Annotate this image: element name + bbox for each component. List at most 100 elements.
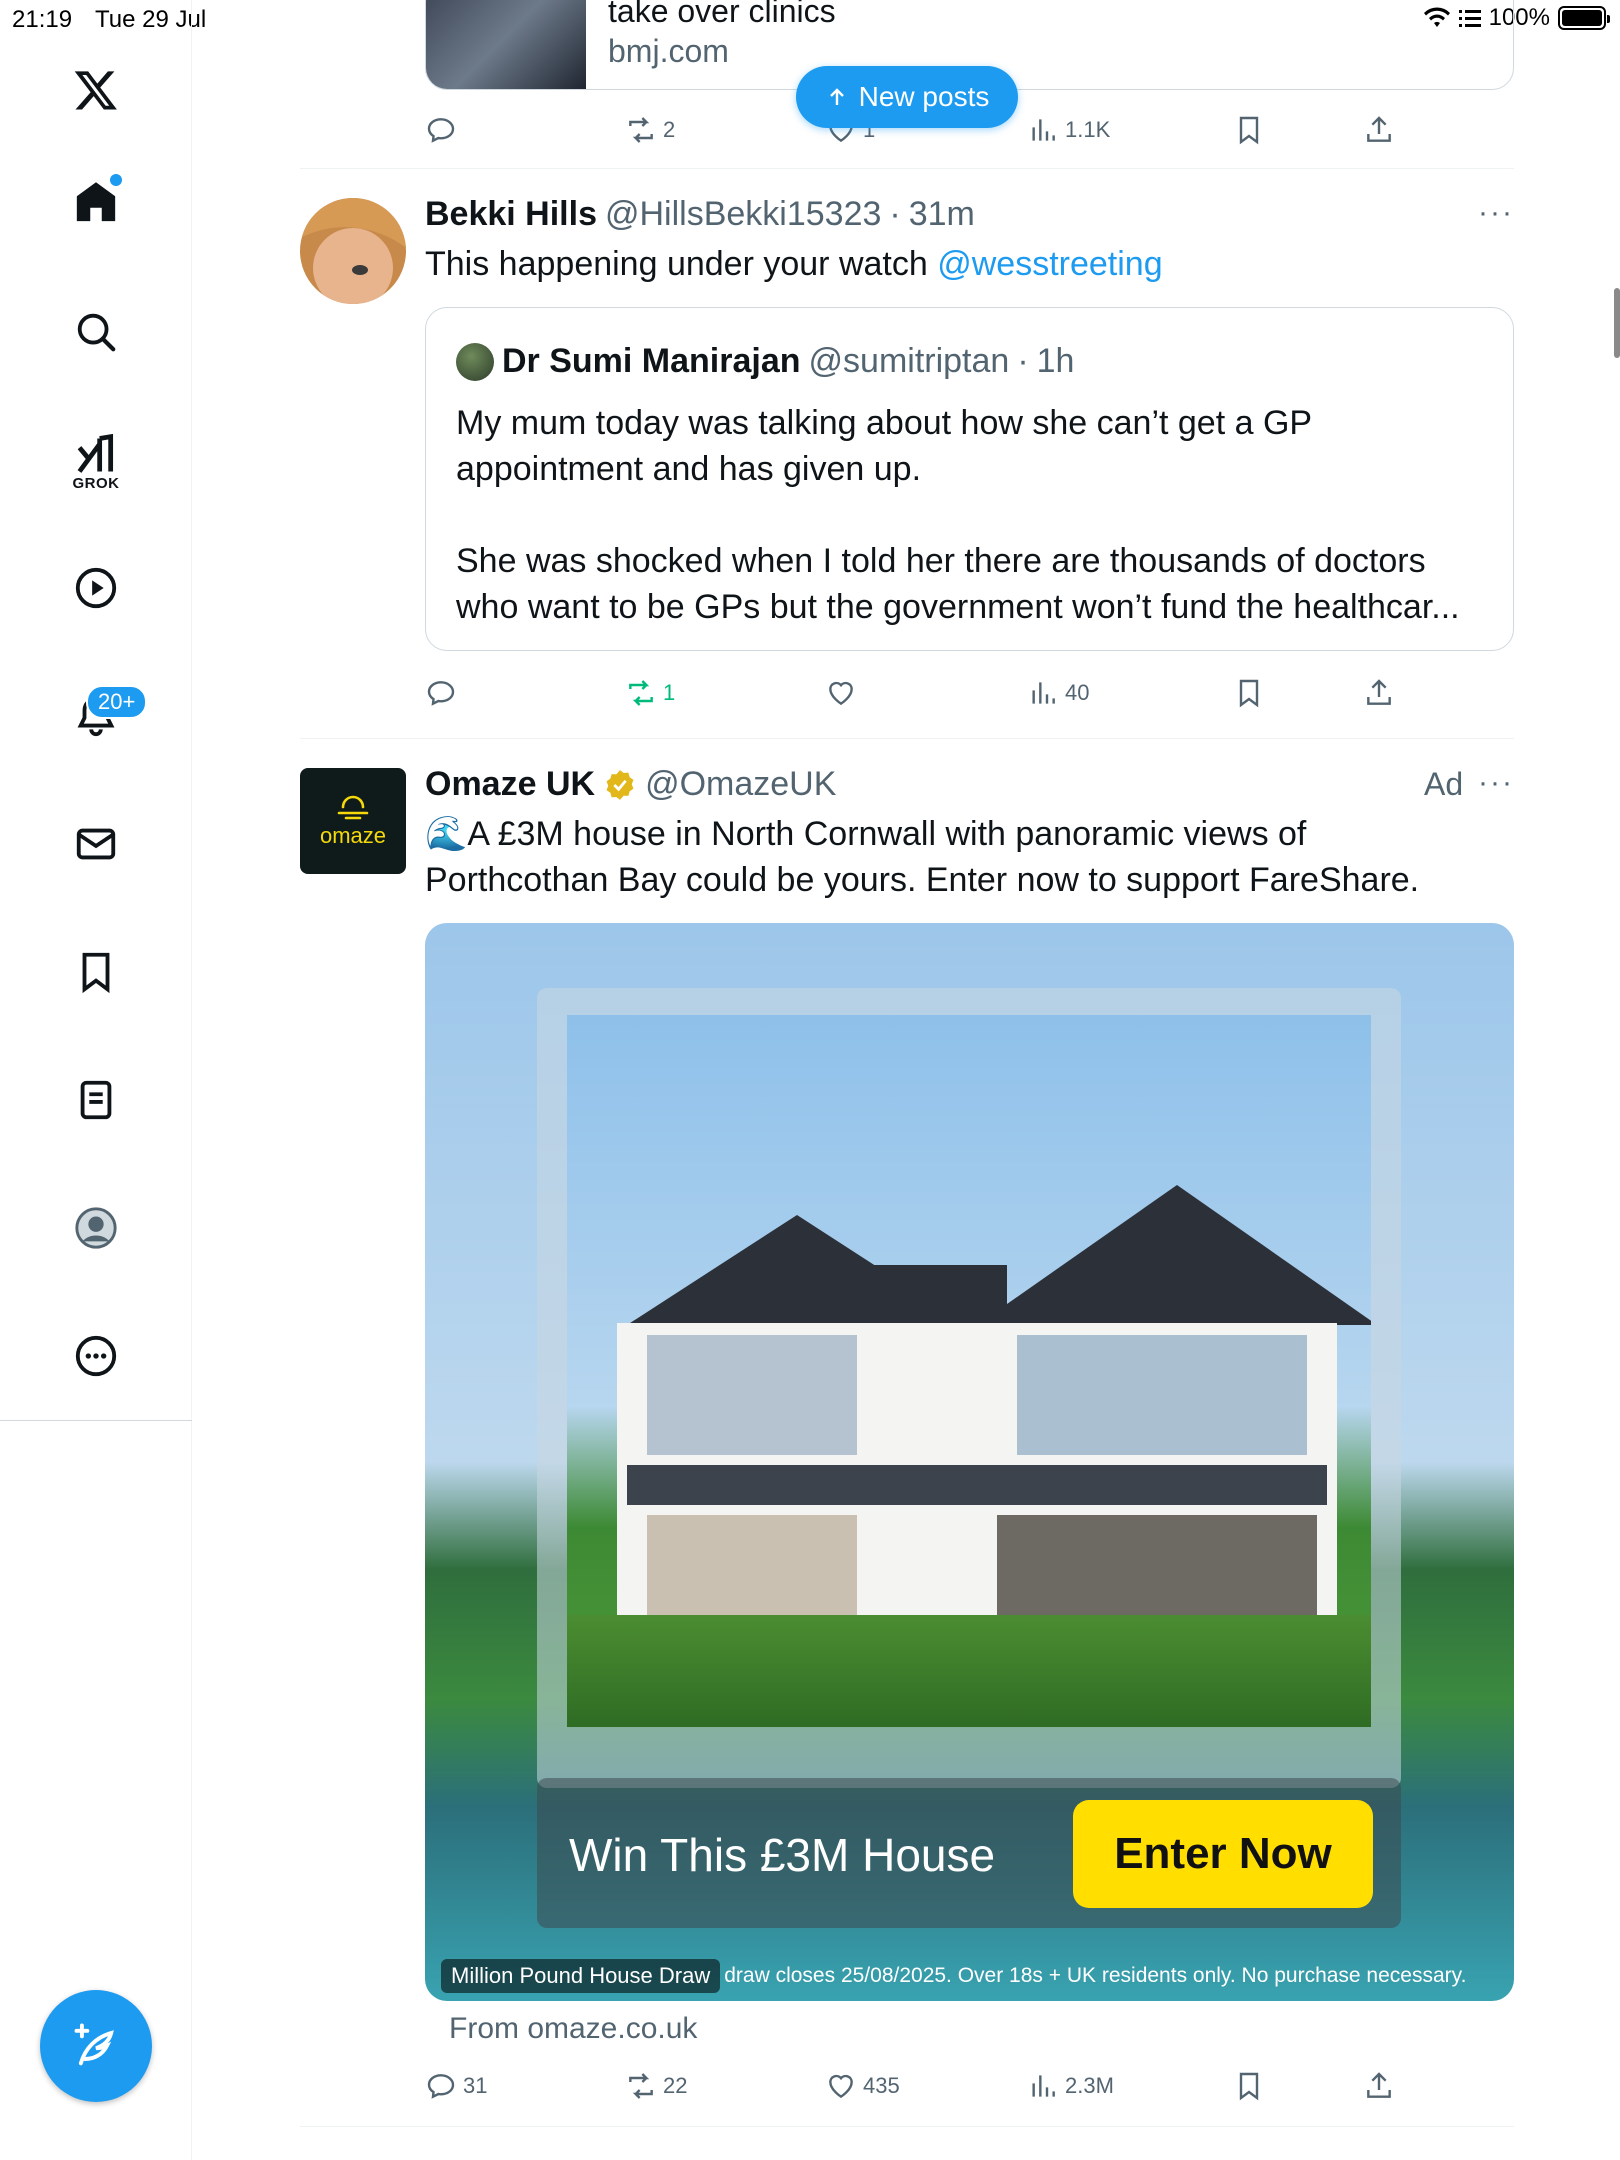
repost-button[interactable]: 2 <box>625 110 675 150</box>
post-text: 🌊A £3M house in North Cornwall with pano… <box>425 811 1514 903</box>
quote-author-handle: @sumitriptan <box>808 342 1010 380</box>
repost-count: 1 <box>663 680 676 705</box>
reply-icon <box>427 2074 455 2099</box>
repost-icon <box>629 117 653 143</box>
views-button[interactable]: 40 <box>1027 673 1089 713</box>
avatar[interactable]: omaze <box>300 768 406 874</box>
x-logo-icon[interactable] <box>66 60 126 120</box>
video-play-icon[interactable] <box>66 558 126 618</box>
post-line: 🌊A £3M house in North Cornwall with pano… <box>425 815 1307 853</box>
quote-header: Dr Sumi Manirajan @sumitriptan · 1h <box>456 342 1074 381</box>
post-text: This happening under your watch @wesstre… <box>425 241 1514 287</box>
ad-media-image[interactable]: Win This £3M House Enter Now Million Pou… <box>425 923 1514 2001</box>
repost-count: 22 <box>663 2073 688 2098</box>
repost-count: 2 <box>663 117 676 142</box>
reply-count: 31 <box>463 2073 488 2098</box>
author-name[interactable]: Omaze UK <box>425 765 595 804</box>
share-button[interactable] <box>1363 2066 1395 2106</box>
quoted-post[interactable]: Dr Sumi Manirajan @sumitriptan · 1h My m… <box>425 307 1514 651</box>
sidebar-divider <box>0 1420 192 1421</box>
avatar[interactable] <box>300 198 406 304</box>
quote-paragraph: My mum today was talking about how she c… <box>456 404 1312 488</box>
ad-label: Ad <box>1424 766 1464 802</box>
post-actions-1: 1 40 <box>425 673 1425 713</box>
more-menu-icon[interactable]: ··· <box>1478 196 1514 230</box>
ad-banner: Win This £3M House Enter Now <box>537 1778 1401 1928</box>
post-divider <box>300 738 1514 739</box>
new-posts-button[interactable]: New posts <box>796 66 1018 128</box>
post-divider <box>300 168 1514 169</box>
post-body: This happening under your watch <box>425 245 938 283</box>
share-icon <box>1367 679 1391 705</box>
link-thumbnail <box>426 0 586 89</box>
reply-button[interactable] <box>425 110 457 150</box>
ad-disclaimer: Million Pound House Draw draw closes 25/… <box>425 1959 1514 1993</box>
post-header: Omaze UK @OmazeUK <box>425 765 836 804</box>
repost-button[interactable]: 22 <box>625 2066 687 2106</box>
search-icon[interactable] <box>66 302 126 362</box>
author-handle[interactable]: @HillsBekki15323 <box>605 195 881 234</box>
ad-headline: Win This £3M House <box>569 1829 996 1881</box>
link-domain: bmj.com <box>608 33 729 69</box>
like-count: 435 <box>863 2073 900 2098</box>
views-count: 40 <box>1065 680 1090 705</box>
share-button[interactable] <box>1363 110 1395 150</box>
avatar-logo-text: omaze <box>319 823 387 848</box>
post-actions-2: 31 22 435 2.3M <box>425 2066 1425 2106</box>
author-name[interactable]: Bekki Hills <box>425 195 597 234</box>
bookmark-icon <box>1239 2072 1259 2101</box>
ad-source-link[interactable]: From omaze.co.uk <box>449 2012 697 2046</box>
views-chart-icon <box>1032 682 1055 704</box>
reply-button[interactable] <box>425 673 457 713</box>
compose-feather-icon <box>74 2023 114 2066</box>
repost-button[interactable]: 1 <box>625 673 675 713</box>
bookmark-button[interactable] <box>1233 110 1265 150</box>
share-icon <box>1367 116 1391 142</box>
views-button[interactable]: 2.3M <box>1027 2066 1114 2106</box>
disclaimer-text: draw closes 25/08/2025. Over 18s + UK re… <box>724 1964 1467 1987</box>
share-button[interactable] <box>1363 673 1395 713</box>
sidebar: GROK 20+ <box>0 0 192 2160</box>
image-badge: Million Pound House Draw <box>441 1959 721 1993</box>
messages-mail-icon[interactable] <box>66 814 126 874</box>
profile-avatar-icon[interactable] <box>66 1198 126 1258</box>
home-unread-dot <box>110 174 122 186</box>
repost-icon <box>629 2073 653 2099</box>
views-chart-icon <box>1032 119 1055 141</box>
house-photo <box>567 1015 1371 1727</box>
home-icon[interactable] <box>66 172 126 232</box>
author-handle[interactable]: @OmazeUK <box>645 765 836 804</box>
reply-button[interactable]: 31 <box>425 2066 487 2106</box>
mention-link[interactable]: @wesstreeting <box>937 245 1162 283</box>
verified-badge-icon <box>606 769 634 800</box>
views-count: 2.3M <box>1065 2073 1114 2098</box>
heart-icon <box>829 681 853 706</box>
post-divider <box>300 2126 1514 2127</box>
quote-time: 1h <box>1036 342 1075 380</box>
lists-icon[interactable] <box>66 1070 126 1130</box>
views-button[interactable]: 1.1K <box>1027 110 1110 150</box>
compose-post-button[interactable] <box>40 1990 152 2102</box>
heart-icon <box>829 2074 853 2099</box>
bookmark-button[interactable] <box>1233 2066 1265 2106</box>
notifications-badge: 20+ <box>86 685 148 719</box>
quote-author-name: Dr Sumi Manirajan <box>502 342 801 380</box>
like-button[interactable] <box>825 673 857 713</box>
scrollbar-thumb[interactable] <box>1614 288 1620 358</box>
bookmark-icon <box>1239 679 1259 708</box>
grok-icon[interactable]: GROK <box>66 422 126 502</box>
more-menu-icon[interactable]: ··· <box>1478 766 1514 800</box>
enter-now-button[interactable]: Enter Now <box>1073 1800 1373 1908</box>
post-header: Bekki Hills @HillsBekki15323 · 31m <box>425 195 975 234</box>
quote-avatar <box>456 342 494 381</box>
repost-icon <box>629 680 653 706</box>
new-posts-label: New posts <box>858 81 990 112</box>
post-time[interactable]: 31m <box>909 195 975 234</box>
like-button[interactable]: 435 <box>825 2066 900 2106</box>
separator-dot: · <box>1017 342 1029 380</box>
bookmarks-icon[interactable] <box>66 942 126 1002</box>
more-options-icon[interactable] <box>66 1326 126 1386</box>
grok-label: GROK <box>72 474 120 492</box>
bookmark-button[interactable] <box>1233 673 1265 713</box>
bookmark-icon <box>1239 116 1259 145</box>
